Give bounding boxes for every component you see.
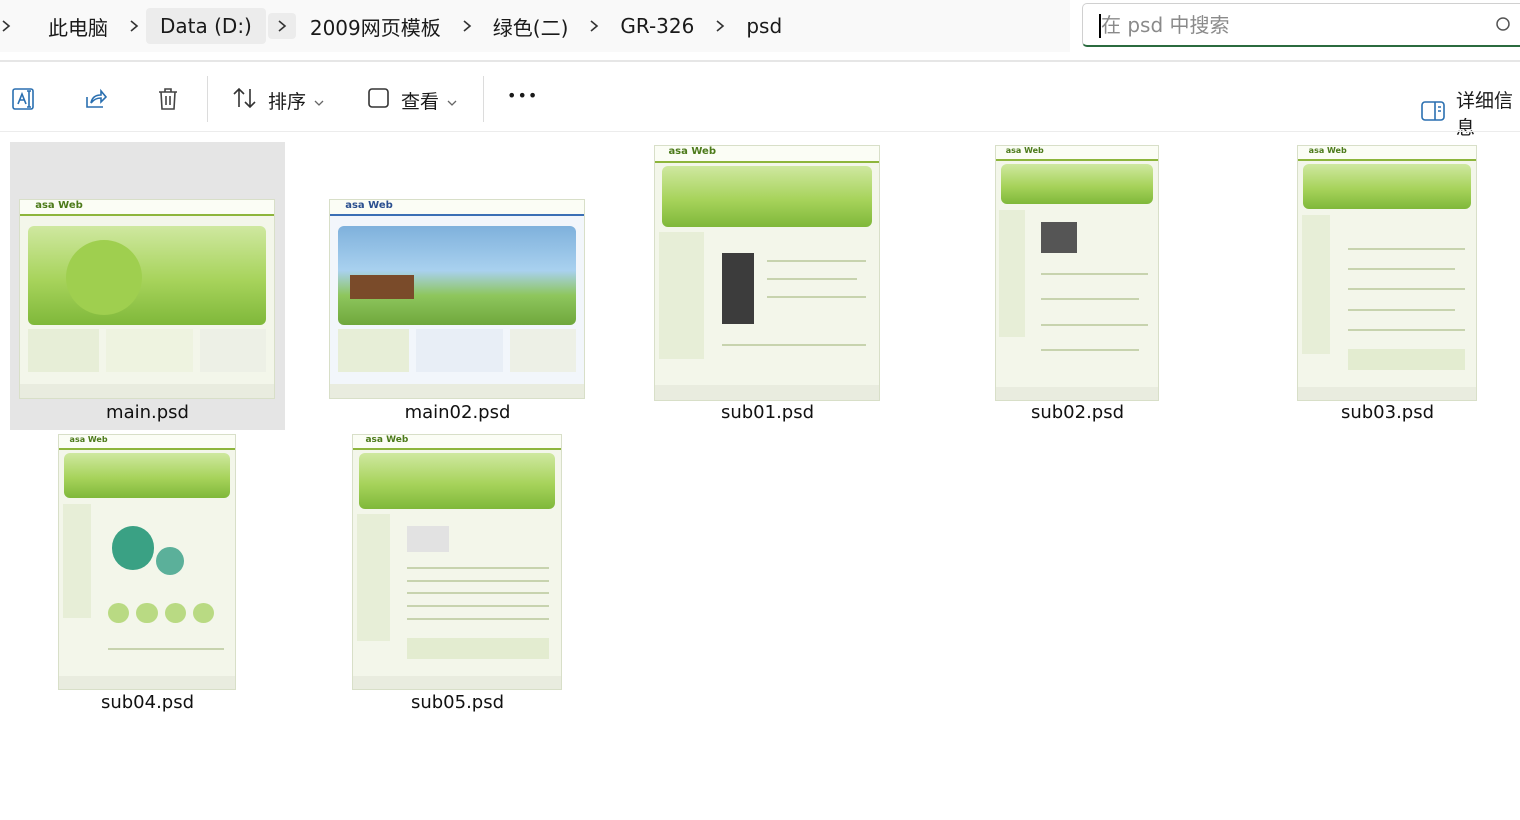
address-bar[interactable]: 此电脑 Data (D:) 2009网页模板 绿色(二) GR-326 psd bbox=[0, 0, 1070, 52]
file-name[interactable]: main02.psd bbox=[405, 402, 511, 423]
file-thumbnail: asa Web bbox=[352, 434, 562, 690]
chevron-right-icon[interactable] bbox=[267, 13, 296, 39]
file-thumbnail: asa Web bbox=[1297, 145, 1477, 401]
more-options-button[interactable]: ••• bbox=[507, 86, 538, 105]
file-name[interactable]: sub04.psd bbox=[101, 692, 194, 713]
breadcrumb-templates-folder[interactable]: 2009网页模板 bbox=[296, 6, 455, 47]
file-name[interactable]: sub01.psd bbox=[721, 402, 814, 423]
sort-arrows-icon bbox=[232, 86, 258, 115]
chevron-right-icon[interactable] bbox=[455, 19, 479, 33]
file-name[interactable]: main.psd bbox=[106, 402, 189, 423]
sort-label: 排序 bbox=[268, 91, 307, 113]
rename-icon[interactable] bbox=[10, 85, 38, 113]
file-item[interactable]: asa Web sub04.psd bbox=[10, 432, 285, 720]
chevron-right-icon[interactable] bbox=[122, 19, 146, 33]
file-item[interactable]: asa Web main.psd bbox=[10, 142, 285, 430]
chevron-right-icon[interactable] bbox=[708, 19, 732, 33]
breadcrumb-this-pc[interactable]: 此电脑 bbox=[34, 6, 122, 47]
view-square-icon bbox=[367, 86, 391, 115]
breadcrumb-green-folder[interactable]: 绿色(二) bbox=[479, 6, 583, 47]
file-thumbnail: asa Web bbox=[58, 434, 236, 690]
search-icon[interactable] bbox=[1495, 16, 1513, 38]
file-thumbnail: asa Web bbox=[654, 145, 880, 401]
search-box[interactable] bbox=[1082, 3, 1520, 47]
divider bbox=[0, 60, 1520, 62]
sort-button[interactable]: 排序 bbox=[232, 86, 324, 115]
file-thumbnail: asa Web bbox=[329, 199, 585, 399]
chevron-down-icon bbox=[314, 90, 324, 112]
file-item[interactable]: asa Web sub02.psd bbox=[940, 142, 1215, 430]
more-options-label: ••• bbox=[507, 86, 539, 105]
file-item[interactable]: asa Web sub01.psd bbox=[630, 142, 905, 430]
breadcrumb-gr326-folder[interactable]: GR-326 bbox=[606, 8, 708, 44]
trash-icon[interactable] bbox=[154, 85, 182, 113]
chevron-right-icon[interactable] bbox=[582, 19, 606, 33]
divider bbox=[0, 131, 1520, 132]
file-item[interactable]: asa Web main02.psd bbox=[320, 142, 595, 430]
chevron-right-icon[interactable] bbox=[0, 19, 18, 33]
breadcrumb-data-drive[interactable]: Data (D:) bbox=[146, 8, 266, 44]
details-pane-icon bbox=[1420, 100, 1446, 127]
view-button[interactable]: 查看 bbox=[367, 86, 457, 115]
view-label: 查看 bbox=[401, 91, 440, 113]
breadcrumb: 此电脑 Data (D:) 2009网页模板 绿色(二) GR-326 psd bbox=[0, 0, 796, 52]
file-name[interactable]: sub05.psd bbox=[411, 692, 504, 713]
file-name[interactable]: sub03.psd bbox=[1341, 402, 1434, 423]
toolbar-divider bbox=[483, 76, 484, 122]
share-icon[interactable] bbox=[82, 85, 110, 113]
file-name[interactable]: sub02.psd bbox=[1031, 402, 1124, 423]
text-caret bbox=[1099, 14, 1101, 38]
breadcrumb-psd-folder[interactable]: psd bbox=[732, 8, 796, 44]
chevron-down-icon bbox=[447, 90, 457, 112]
file-item[interactable]: asa Web sub05.psd bbox=[320, 432, 595, 720]
toolbar-divider bbox=[207, 76, 208, 122]
search-input[interactable] bbox=[1099, 11, 1503, 38]
file-thumbnail: asa Web bbox=[19, 199, 275, 399]
file-thumbnail: asa Web bbox=[995, 145, 1159, 401]
file-item[interactable]: asa Web sub03.psd bbox=[1250, 142, 1520, 430]
